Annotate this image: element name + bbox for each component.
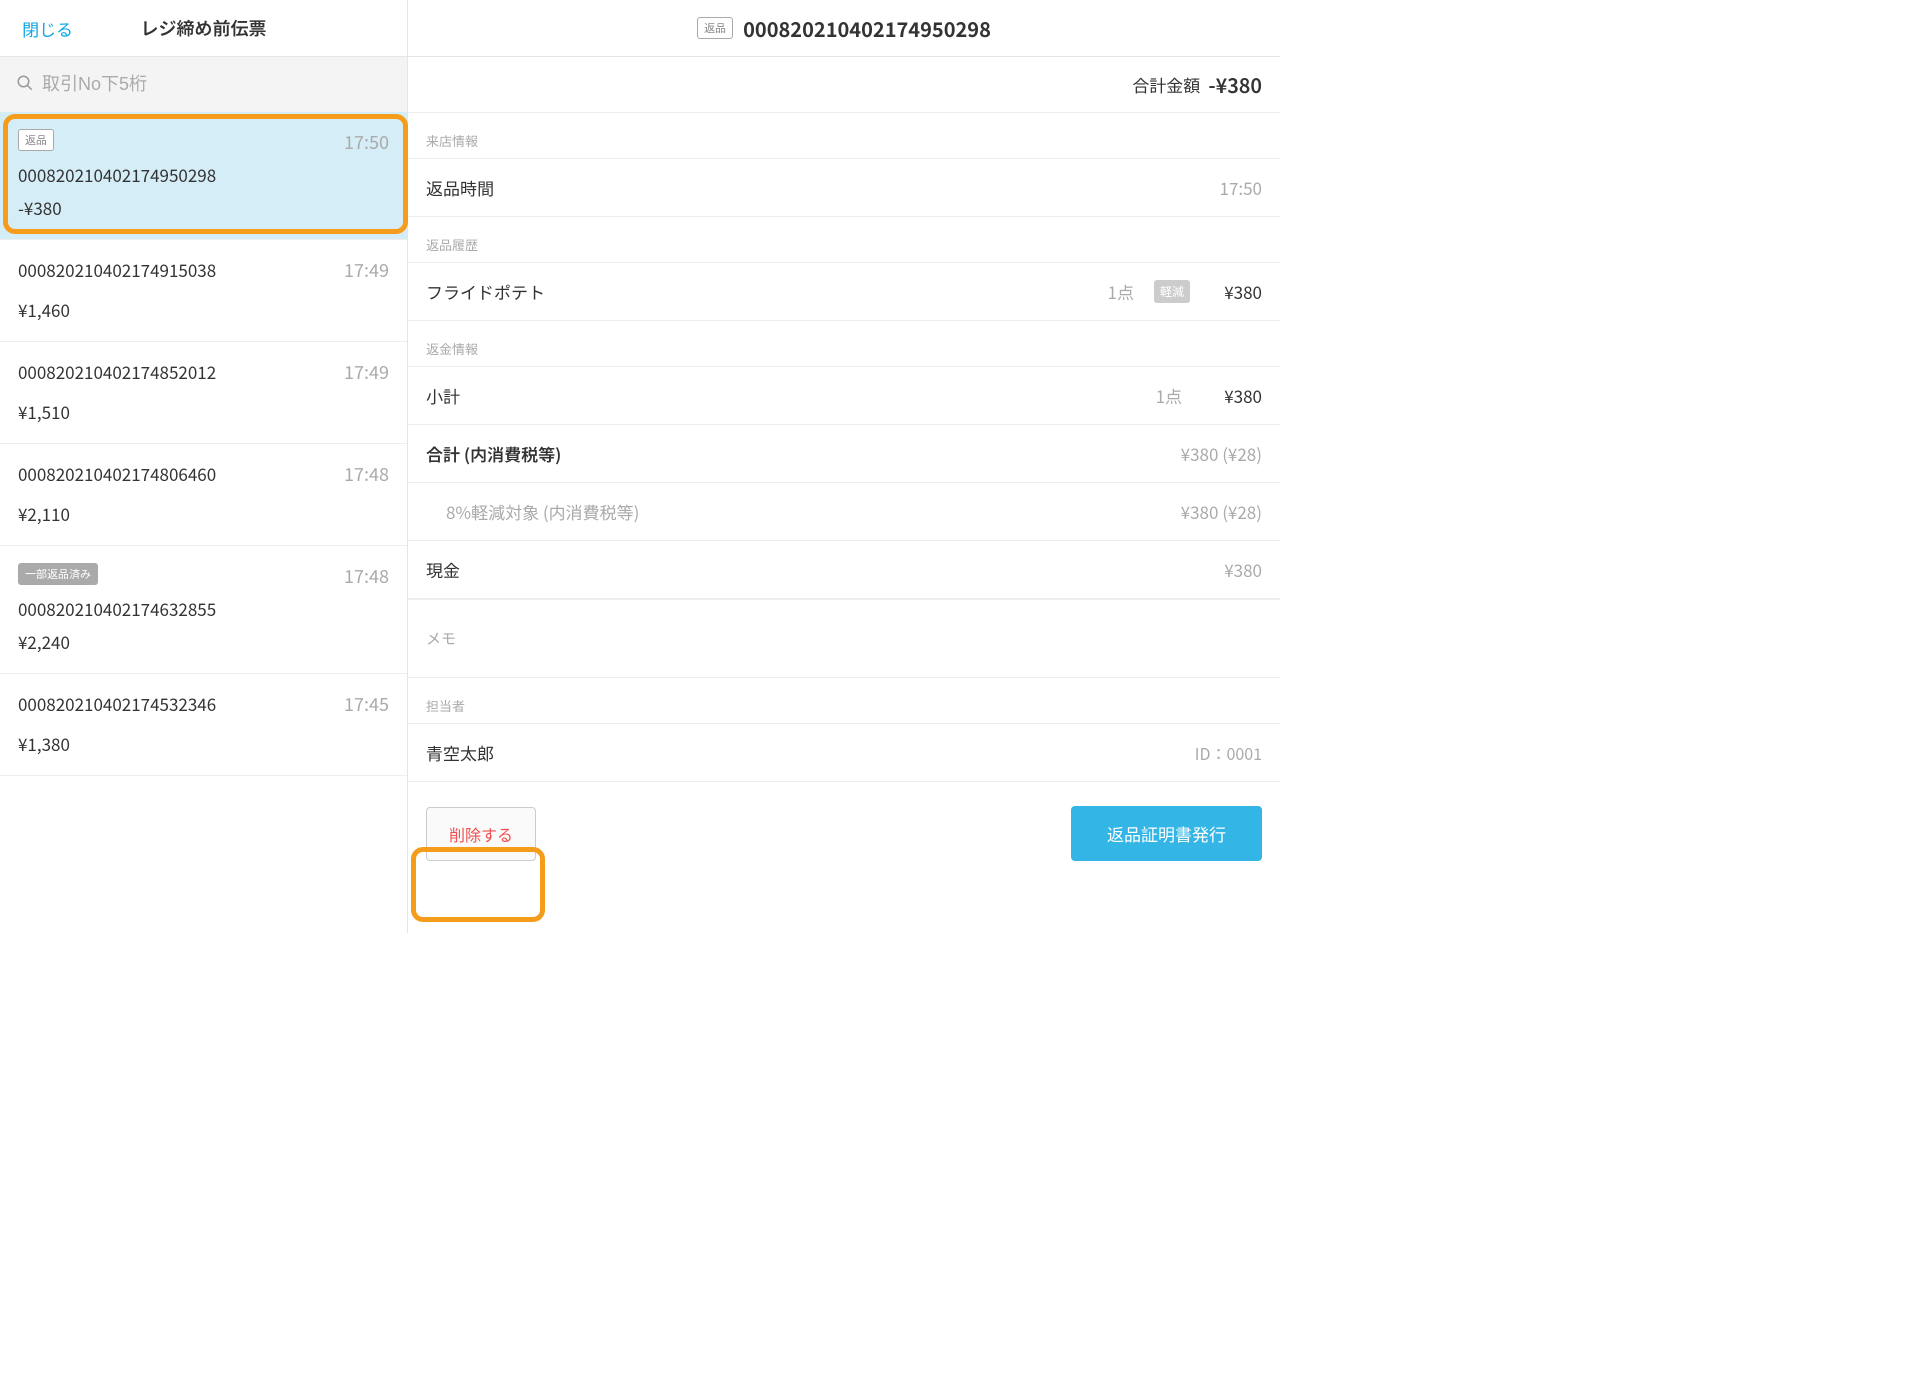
subtotal-row: 小計 1点 ¥380 <box>408 366 1280 425</box>
right-pane: 返品 000820210402174950298 合計金額 -¥380 来店情報… <box>408 0 1280 933</box>
transaction-amount: ¥1,510 <box>18 399 389 424</box>
transaction-item[interactable]: 000820210402174532346 17:45 ¥1,380 <box>0 674 407 776</box>
item-name: フライドポテト <box>426 279 1044 304</box>
transaction-time: 17:48 <box>344 461 389 487</box>
memo-label: メモ <box>426 628 456 649</box>
search-icon <box>16 72 34 98</box>
search-input[interactable] <box>42 74 391 95</box>
transaction-id: 000820210402174915038 <box>18 257 216 282</box>
transaction-item[interactable]: 一部返品済み 17:48 000820210402174632855 ¥2,24… <box>0 546 407 674</box>
transaction-amount: -¥380 <box>18 195 389 220</box>
section-staff: 担当者 <box>408 678 1280 723</box>
item-price: ¥380 <box>1202 279 1262 304</box>
history-item-row: フライドポテト 1点 軽減 ¥380 <box>408 262 1280 321</box>
cash-row: 現金 ¥380 <box>408 541 1280 599</box>
transaction-id: 000820210402174532346 <box>18 691 216 716</box>
subtotal-qty: 1点 <box>1092 383 1182 408</box>
total-row: 合計 (内消費税等) ¥380 (¥28) <box>408 425 1280 483</box>
subtotal-label: 小計 <box>426 383 1092 408</box>
item-qty: 1点 <box>1044 279 1134 304</box>
transaction-amount: ¥1,460 <box>18 297 389 322</box>
transaction-item[interactable]: 000820210402174852012 17:49 ¥1,510 <box>0 342 407 444</box>
partial-return-badge: 一部返品済み <box>18 563 98 585</box>
header-transaction-id: 000820210402174950298 <box>743 14 991 43</box>
return-time-label: 返品時間 <box>426 175 1220 200</box>
delete-button[interactable]: 削除する <box>426 807 536 861</box>
tax-row: 8%軽減対象 (内消費税等) ¥380 (¥28) <box>408 483 1280 541</box>
transaction-item[interactable]: 000820210402174915038 17:49 ¥1,460 <box>0 240 407 342</box>
reduced-tax-badge: 軽減 <box>1154 280 1190 303</box>
section-visit: 来店情報 <box>408 113 1280 158</box>
staff-row: 青空太郎 ID：0001 <box>408 723 1280 782</box>
right-header: 返品 000820210402174950298 <box>408 0 1280 57</box>
transaction-item[interactable]: 000820210402174806460 17:48 ¥2,110 <box>0 444 407 546</box>
transaction-amount: ¥1,380 <box>18 731 389 756</box>
tax-price: ¥380 (¥28) <box>1181 499 1262 524</box>
summary-bar: 合計金額 -¥380 <box>408 57 1280 113</box>
transaction-item[interactable]: 返品 17:50 000820210402174950298 -¥380 <box>0 112 407 240</box>
search-wrap[interactable] <box>0 57 407 112</box>
return-time-value: 17:50 <box>1220 175 1262 200</box>
total-label: 合計 (内消費税等) <box>426 441 1181 466</box>
return-badge: 返品 <box>18 129 54 151</box>
total-price: ¥380 (¥28) <box>1181 441 1262 466</box>
section-history: 返品履歴 <box>408 217 1280 262</box>
transaction-amount: ¥2,110 <box>18 501 389 526</box>
transaction-list: 返品 17:50 000820210402174950298 -¥380 000… <box>0 112 407 933</box>
transaction-time: 17:49 <box>344 359 389 385</box>
transaction-id: 000820210402174632855 <box>18 596 389 621</box>
section-refund: 返金情報 <box>408 321 1280 366</box>
transaction-id: 000820210402174950298 <box>18 162 389 187</box>
transaction-id: 000820210402174806460 <box>18 461 216 486</box>
staff-name: 青空太郎 <box>426 740 494 765</box>
return-badge: 返品 <box>697 17 733 39</box>
subtotal-price: ¥380 <box>1202 383 1262 408</box>
transaction-amount: ¥2,240 <box>18 629 389 654</box>
tax-label: 8%軽減対象 (内消費税等) <box>426 499 1181 524</box>
transaction-id: 000820210402174852012 <box>18 359 216 384</box>
summary-label: 合計金額 <box>1132 72 1200 97</box>
cash-price: ¥380 <box>1224 557 1262 582</box>
footer: 削除する 返品証明書発行 <box>408 782 1280 885</box>
transaction-time: 17:50 <box>344 129 389 155</box>
issue-return-cert-button[interactable]: 返品証明書発行 <box>1071 806 1262 861</box>
transaction-time: 17:48 <box>344 563 389 589</box>
close-button[interactable]: 閉じる <box>22 16 73 41</box>
transaction-time: 17:45 <box>344 691 389 717</box>
detail-body: 来店情報 返品時間 17:50 返品履歴 フライドポテト 1点 軽減 ¥380 … <box>408 113 1280 933</box>
staff-id: ID：0001 <box>1195 741 1262 765</box>
left-header: 閉じる レジ締め前伝票 <box>0 0 407 57</box>
memo-row[interactable]: メモ <box>408 599 1280 678</box>
summary-amount: -¥380 <box>1208 70 1262 99</box>
return-time-row: 返品時間 17:50 <box>408 158 1280 217</box>
left-pane: 閉じる レジ締め前伝票 返品 17:50 0008202104021749502… <box>0 0 408 933</box>
cash-label: 現金 <box>426 557 1224 582</box>
transaction-time: 17:49 <box>344 257 389 283</box>
